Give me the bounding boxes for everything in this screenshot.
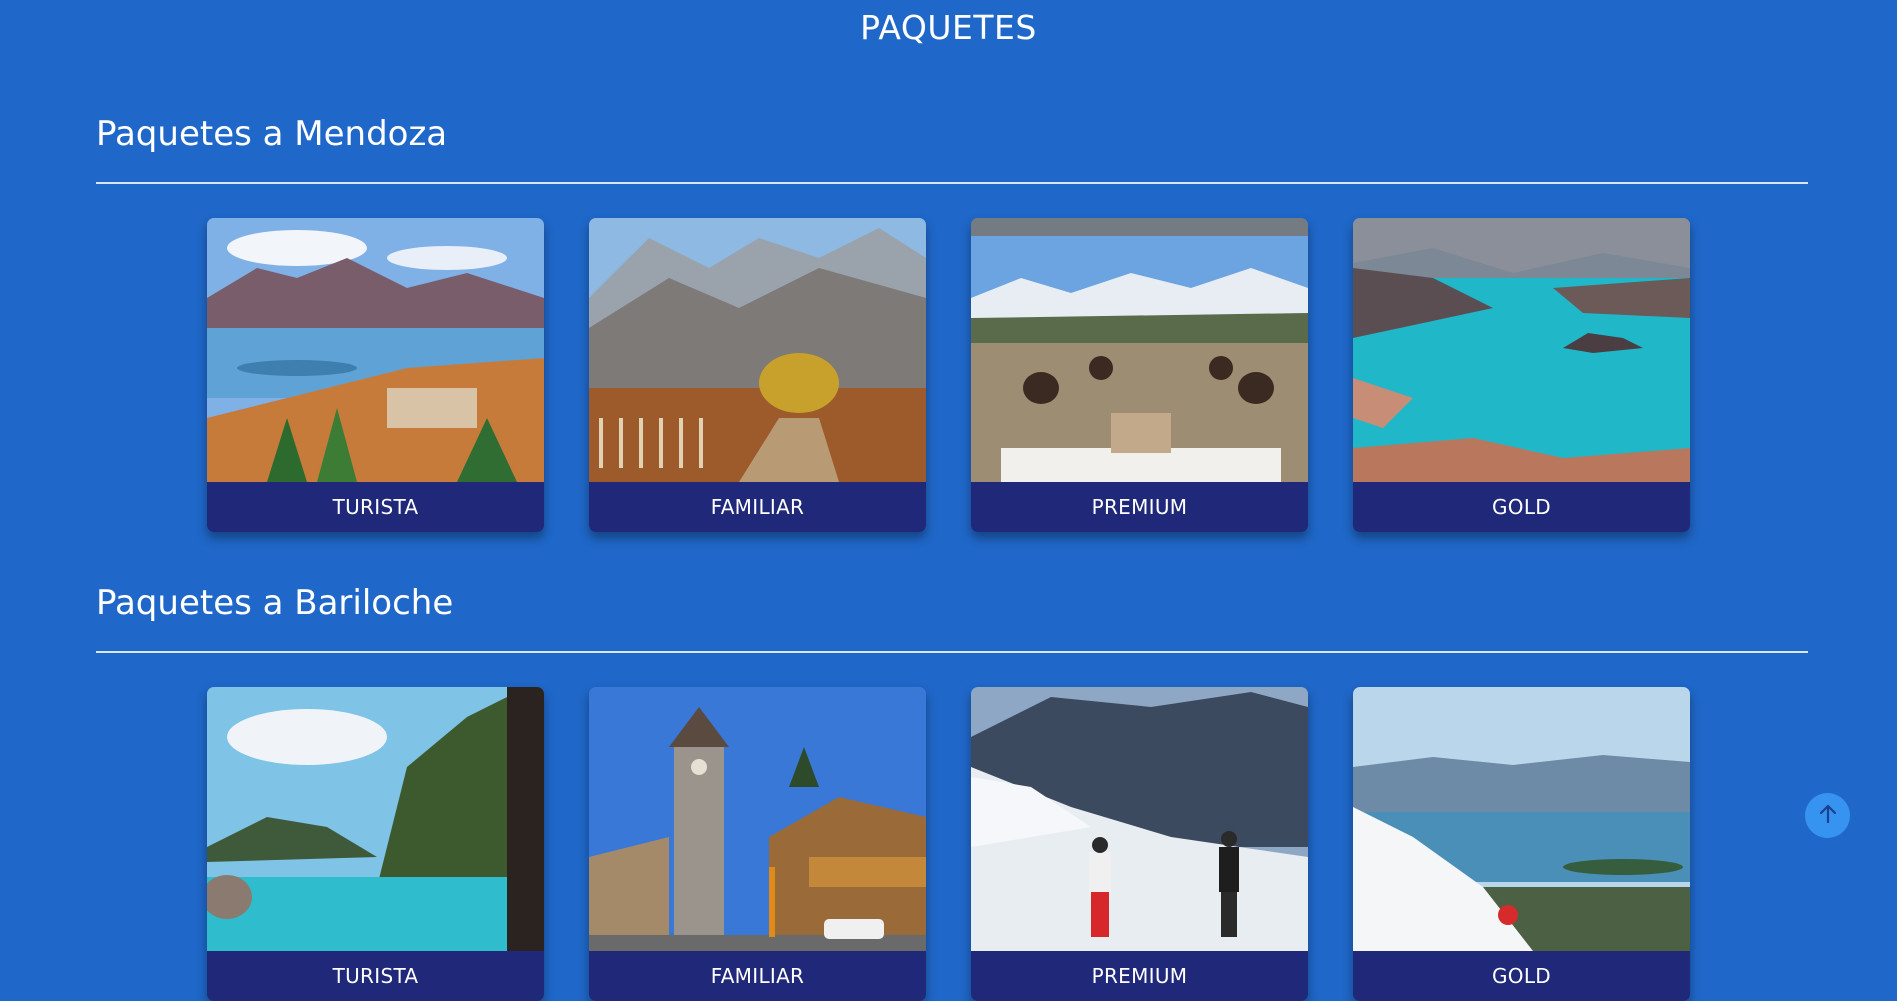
card-image-bariloche-familiar [589, 687, 926, 951]
card-image-mendoza-gold [1353, 218, 1690, 482]
arrow-up-icon [1816, 802, 1840, 830]
package-card-mendoza-gold[interactable]: GOLD [1353, 218, 1690, 532]
section-divider [96, 651, 1808, 653]
package-card-bariloche-gold[interactable]: GOLD [1353, 687, 1690, 1001]
card-image-bariloche-turista [207, 687, 544, 951]
section-title-mendoza: Paquetes a Mendoza [96, 114, 448, 154]
card-label: FAMILIAR [589, 482, 926, 532]
card-image-bariloche-gold [1353, 687, 1690, 951]
card-label: TURISTA [207, 482, 544, 532]
section-divider [96, 182, 1808, 184]
package-card-bariloche-familiar[interactable]: FAMILIAR [589, 687, 926, 1001]
package-card-mendoza-turista[interactable]: TURISTA [207, 218, 544, 532]
card-label: GOLD [1353, 482, 1690, 532]
card-label: TURISTA [207, 951, 544, 1001]
card-image-bariloche-premium [971, 687, 1308, 951]
card-image-mendoza-turista [207, 218, 544, 482]
card-label: FAMILIAR [589, 951, 926, 1001]
package-card-mendoza-familiar[interactable]: FAMILIAR [589, 218, 926, 532]
section-title-bariloche: Paquetes a Bariloche [96, 583, 454, 623]
package-card-mendoza-premium[interactable]: PREMIUM [971, 218, 1308, 532]
card-image-mendoza-familiar [589, 218, 926, 482]
scroll-to-top-button[interactable] [1805, 793, 1850, 838]
card-image-mendoza-premium [971, 218, 1308, 482]
package-card-bariloche-turista[interactable]: TURISTA [207, 687, 544, 1001]
package-card-bariloche-premium[interactable]: PREMIUM [971, 687, 1308, 1001]
card-label: PREMIUM [971, 482, 1308, 532]
card-label: PREMIUM [971, 951, 1308, 1001]
card-label: GOLD [1353, 951, 1690, 1001]
page-title: PAQUETES [860, 8, 1037, 47]
